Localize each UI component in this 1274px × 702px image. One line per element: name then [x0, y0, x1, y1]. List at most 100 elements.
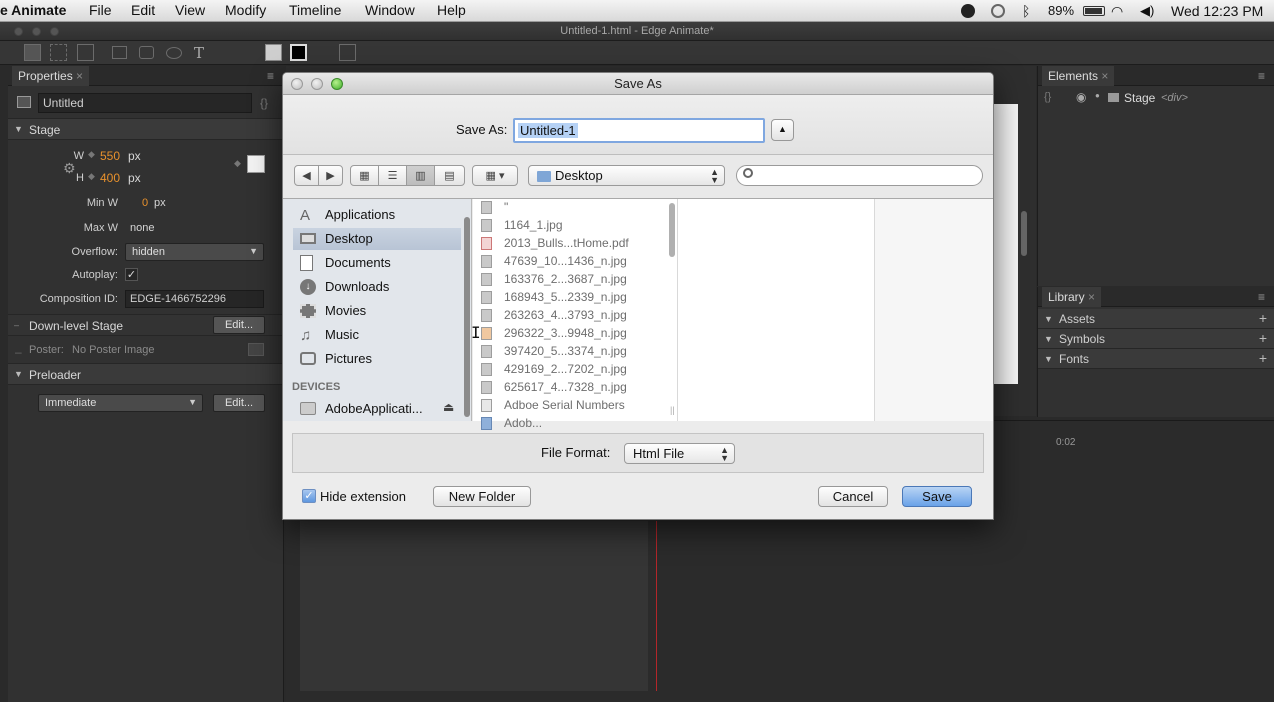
clipping-tool-icon[interactable] — [77, 44, 94, 61]
sidebar-item-documents[interactable]: Documents — [293, 252, 461, 274]
filename-input[interactable]: Untitled-1 — [513, 118, 765, 143]
file-column-scrollbar[interactable] — [669, 203, 675, 257]
volume-icon[interactable]: ◀) — [1140, 3, 1154, 19]
collapse-browser-button[interactable]: ▲ — [771, 119, 794, 141]
file-row[interactable]: 47639_10...1436_n.jpg — [479, 253, 659, 271]
file-row[interactable]: 429169_2...7202_n.jpg — [479, 361, 659, 379]
time-machine-icon[interactable] — [991, 4, 1005, 18]
fill-color-swatch[interactable] — [265, 44, 282, 61]
icon-view-button[interactable]: ▦ — [350, 165, 379, 186]
menu-file[interactable]: File — [89, 2, 112, 18]
ellipse-tool-icon[interactable] — [166, 47, 182, 59]
eject-icon[interactable]: ⏏ — [443, 400, 454, 414]
menu-window[interactable]: Window — [365, 2, 415, 18]
dialog-zoom-light[interactable] — [331, 78, 343, 90]
stage-section-header[interactable]: ▼ Stage — [8, 118, 284, 140]
panel-menu-icon[interactable]: ≡ — [267, 69, 274, 83]
add-symbol-icon[interactable]: + — [1259, 330, 1267, 346]
save-button[interactable]: Save — [902, 486, 972, 507]
battery-percent[interactable]: 89% — [1048, 3, 1074, 18]
rectangle-tool-icon[interactable] — [112, 46, 127, 59]
sidebar-item-pictures[interactable]: Pictures — [293, 348, 461, 370]
file-format-popup[interactable]: Html File ▲ ▼ — [624, 443, 735, 464]
add-asset-icon[interactable]: + — [1259, 310, 1267, 326]
hide-extension-checkbox[interactable]: ✓ — [302, 489, 316, 503]
keyframe-diamond-icon[interactable]: ◆ — [234, 158, 241, 169]
library-symbols-row[interactable]: ▼ Symbols + — [1038, 329, 1274, 349]
file-row[interactable]: Adob... — [479, 415, 659, 433]
close-tab-icon[interactable]: × — [1101, 69, 1108, 83]
dialog-minimize-light[interactable] — [311, 78, 323, 90]
composition-id-field[interactable]: EDGE-1466752296 — [125, 290, 264, 308]
menu-modify[interactable]: Modify — [225, 2, 266, 18]
min-width-unit[interactable]: px — [154, 197, 166, 209]
library-assets-row[interactable]: ▼ Assets + — [1038, 309, 1274, 329]
preloader-dropdown[interactable]: Immediate ▼ — [38, 394, 203, 412]
new-folder-button[interactable]: New Folder — [433, 486, 531, 507]
file-row[interactable]: 397420_5...3374_n.jpg — [479, 343, 659, 361]
coverflow-view-button[interactable]: ▤ — [434, 165, 465, 186]
close-tab-icon[interactable]: × — [1088, 290, 1095, 304]
forward-button[interactable]: ▶ — [318, 165, 343, 186]
preloader-edit-button[interactable]: Edit... — [213, 394, 265, 412]
keyframe-diamond-icon[interactable]: ◆ — [88, 171, 95, 182]
text-tool-icon[interactable]: T — [194, 44, 204, 62]
down-level-edit-button[interactable]: Edit... — [213, 316, 265, 334]
back-button[interactable]: ◀ — [294, 165, 319, 186]
elements-tab[interactable]: Elements × — [1042, 66, 1115, 86]
width-value[interactable]: 550 — [100, 149, 120, 163]
lock-dot-icon[interactable]: ● — [1095, 91, 1100, 100]
sidebar-item-device[interactable]: AdobeApplicati... ⏏ — [293, 398, 461, 420]
min-width-value[interactable]: 0 — [142, 197, 148, 209]
add-font-icon[interactable]: + — [1259, 350, 1267, 366]
panel-menu-icon[interactable]: ≡ — [1258, 69, 1265, 83]
sidebar-scrollbar[interactable] — [464, 217, 470, 417]
dialog-close-light[interactable] — [291, 78, 303, 90]
visibility-eye-icon[interactable]: ◉ — [1076, 90, 1086, 104]
bluetooth-icon[interactable]: ᛒ — [1022, 3, 1030, 19]
file-row[interactable]: 1164_1.jpg — [479, 217, 659, 235]
column-view-button[interactable]: ▥ — [406, 165, 435, 186]
stroke-color-swatch[interactable] — [290, 44, 307, 61]
stage-element-row[interactable]: {} ◉ ● Stage <div> — [1038, 88, 1274, 108]
stage-scrollbar[interactable] — [1021, 211, 1027, 256]
file-row[interactable]: 168943_5...2339_n.jpg — [479, 289, 659, 307]
menu-help[interactable]: Help — [437, 2, 466, 18]
app-menu[interactable]: e Animate — [0, 2, 66, 18]
menu-view[interactable]: View — [175, 2, 205, 18]
list-view-button[interactable]: ☰ — [378, 165, 407, 186]
height-value[interactable]: 400 — [100, 171, 120, 185]
hide-extension-label[interactable]: Hide extension — [320, 489, 406, 504]
arrange-button[interactable]: ▦ ▾ — [472, 165, 518, 186]
file-row[interactable]: 263263_4...3793_n.jpg — [479, 307, 659, 325]
menu-edit[interactable]: Edit — [131, 2, 155, 18]
clock[interactable]: Wed 12:23 PM — [1171, 3, 1263, 19]
menu-timeline[interactable]: Timeline — [289, 2, 341, 18]
width-unit[interactable]: px — [128, 149, 141, 163]
file-row[interactable]: 2013_Bulls...tHome.pdf — [479, 235, 659, 253]
wifi-icon[interactable]: ◠ — [1111, 3, 1123, 20]
library-fonts-row[interactable]: ▼ Fonts + — [1038, 349, 1274, 369]
camera-icon[interactable] — [248, 343, 264, 356]
select-tool-icon[interactable] — [24, 44, 41, 61]
sidebar-item-applications[interactable]: A Applications — [293, 204, 461, 226]
code-braces-icon[interactable]: {} — [1044, 91, 1051, 103]
max-width-value[interactable]: none — [130, 222, 154, 234]
file-row[interactable]: " — [479, 199, 659, 217]
panel-menu-icon[interactable]: ≡ — [1258, 290, 1265, 304]
playhead-line[interactable] — [656, 521, 657, 691]
library-tab[interactable]: Library × — [1042, 287, 1102, 307]
battery-icon[interactable] — [1083, 6, 1105, 16]
column-resize-handle[interactable]: || — [670, 405, 675, 415]
stage-color-swatch[interactable] — [247, 155, 265, 173]
sidebar-item-movies[interactable]: Movies — [293, 300, 461, 322]
file-row[interactable]: 625617_4...7328_n.jpg — [479, 379, 659, 397]
keyframe-diamond-icon[interactable]: ◆ — [88, 149, 95, 160]
cancel-button[interactable]: Cancel — [818, 486, 888, 507]
file-row[interactable]: Adboe Serial Numbers — [479, 397, 659, 415]
autoplay-checkbox[interactable]: ✓ — [125, 268, 138, 281]
rounded-rectangle-tool-icon[interactable] — [139, 46, 154, 59]
overflow-dropdown[interactable]: hidden ▼ — [125, 243, 264, 261]
element-name-field[interactable]: Untitled — [38, 93, 252, 113]
align-panel-icon[interactable] — [339, 44, 356, 61]
